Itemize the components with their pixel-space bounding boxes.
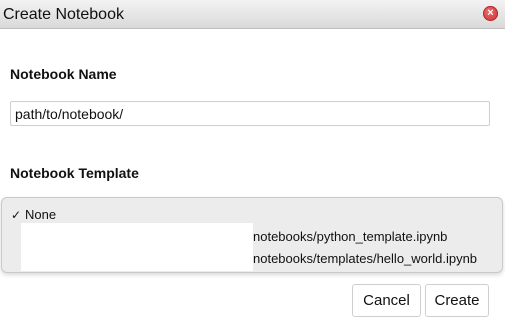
blank-panel xyxy=(21,223,253,271)
checkmark-icon: ✓ xyxy=(11,208,22,222)
notebook-name-input[interactable] xyxy=(10,101,490,126)
create-notebook-dialog: Create Notebook × Notebook Name Notebook… xyxy=(0,0,505,330)
notebook-template-label: Notebook Template xyxy=(10,165,139,181)
notebook-template-list[interactable]: ✓ None notebooks/python_template.ipynb no… xyxy=(1,197,503,273)
template-option-label: None xyxy=(25,207,57,222)
close-icon[interactable]: × xyxy=(483,6,498,21)
notebook-name-label: Notebook Name xyxy=(10,66,117,82)
template-option-hello-world[interactable]: notebooks/templates/hello_world.ipynb xyxy=(253,251,477,266)
cancel-button[interactable]: Cancel xyxy=(352,284,421,317)
template-option-python-template[interactable]: notebooks/python_template.ipynb xyxy=(253,229,447,244)
dialog-titlebar: Create Notebook × xyxy=(0,0,505,29)
dialog-title: Create Notebook xyxy=(3,6,124,23)
create-button[interactable]: Create xyxy=(425,284,489,317)
template-option-none[interactable]: ✓ None xyxy=(11,207,56,222)
